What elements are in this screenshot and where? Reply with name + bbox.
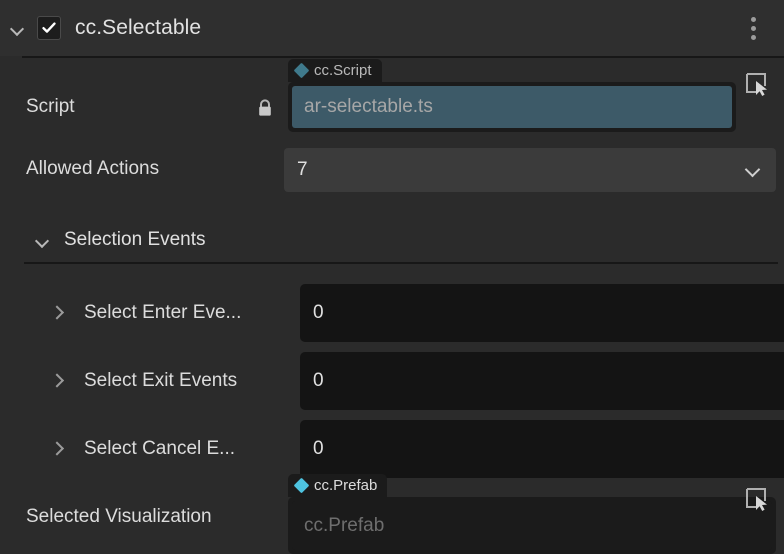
diamond-icon [293, 62, 310, 79]
script-label: Script [26, 96, 75, 117]
select-exit-events-label: Select Exit Events [84, 370, 238, 391]
kebab-dot [750, 16, 756, 22]
select-cancel-events-row: Select Cancel E... 0 [0, 420, 784, 478]
allowed-actions-value: 7 [297, 159, 308, 180]
chevron-right-icon[interactable] [50, 443, 63, 456]
select-exit-events-field[interactable]: 0 [300, 352, 784, 410]
component-expand-toggle[interactable] [0, 0, 34, 56]
selection-events-section-header[interactable]: Selection Events [0, 220, 784, 260]
select-enter-events-row: Select Enter Eve... 0 [0, 284, 784, 342]
check-icon [42, 22, 56, 33]
diamond-icon [293, 477, 310, 494]
select-enter-events-label: Select Enter Eve... [84, 302, 242, 323]
selected-visualization-asset-field[interactable]: cc.Prefab cc.Prefab [288, 474, 776, 554]
selection-events-title: Selection Events [64, 229, 206, 250]
script-asset-type-tag: cc.Script [288, 59, 382, 82]
component-header[interactable]: cc.Selectable [0, 0, 784, 56]
select-cancel-events-field[interactable]: 0 [300, 420, 784, 478]
chevron-down-icon [746, 163, 760, 177]
chevron-down-icon [36, 234, 49, 247]
component-title: cc.Selectable [75, 16, 202, 39]
script-asset-field[interactable]: cc.Script ar-selectable.ts [288, 59, 736, 132]
component-enabled-checkbox[interactable] [37, 16, 61, 40]
selection-events-expand-toggle[interactable] [26, 220, 58, 260]
select-enter-events-field[interactable]: 0 [300, 284, 784, 342]
script-asset-value-text: ar-selectable.ts [304, 96, 433, 117]
selection-events-divider [24, 262, 778, 264]
chevron-down-icon [11, 22, 24, 35]
allowed-actions-label: Allowed Actions [26, 158, 160, 179]
selected-visualization-label: Selected Visualization [26, 506, 212, 527]
script-locate-button[interactable] [736, 59, 776, 107]
lock-icon [256, 98, 274, 123]
chevron-right-icon[interactable] [50, 375, 63, 388]
prefab-asset-type-tag: cc.Prefab [288, 474, 388, 497]
select-cancel-events-value: 0 [313, 438, 324, 459]
select-enter-events-value: 0 [313, 302, 324, 323]
script-asset-type-label: cc.Script [314, 62, 372, 79]
header-divider [22, 56, 784, 58]
allowed-actions-row: Allowed Actions 7 [0, 148, 784, 192]
select-exit-events-row: Select Exit Events 0 [0, 352, 784, 410]
kebab-dot [750, 25, 756, 31]
selected-visualization-locate-button[interactable] [736, 470, 776, 526]
prefab-asset-type-label: cc.Prefab [314, 477, 378, 494]
script-asset-value[interactable]: ar-selectable.ts [292, 86, 732, 128]
locate-node-icon [746, 488, 767, 511]
component-menu-button[interactable] [736, 0, 770, 56]
select-cancel-events-label: Select Cancel E... [84, 438, 236, 459]
inspector-panel: cc.Selectable Script cc.Script ar-select… [0, 0, 784, 554]
chevron-right-icon[interactable] [50, 307, 63, 320]
prefab-asset-placeholder: cc.Prefab [304, 514, 385, 536]
select-exit-events-value: 0 [313, 370, 324, 391]
kebab-dot [750, 34, 756, 40]
prefab-asset-value[interactable]: cc.Prefab [292, 501, 772, 550]
script-row: Script cc.Script ar-selectable.ts [0, 59, 784, 132]
allowed-actions-dropdown[interactable]: 7 [284, 148, 776, 192]
locate-node-icon [746, 73, 767, 96]
